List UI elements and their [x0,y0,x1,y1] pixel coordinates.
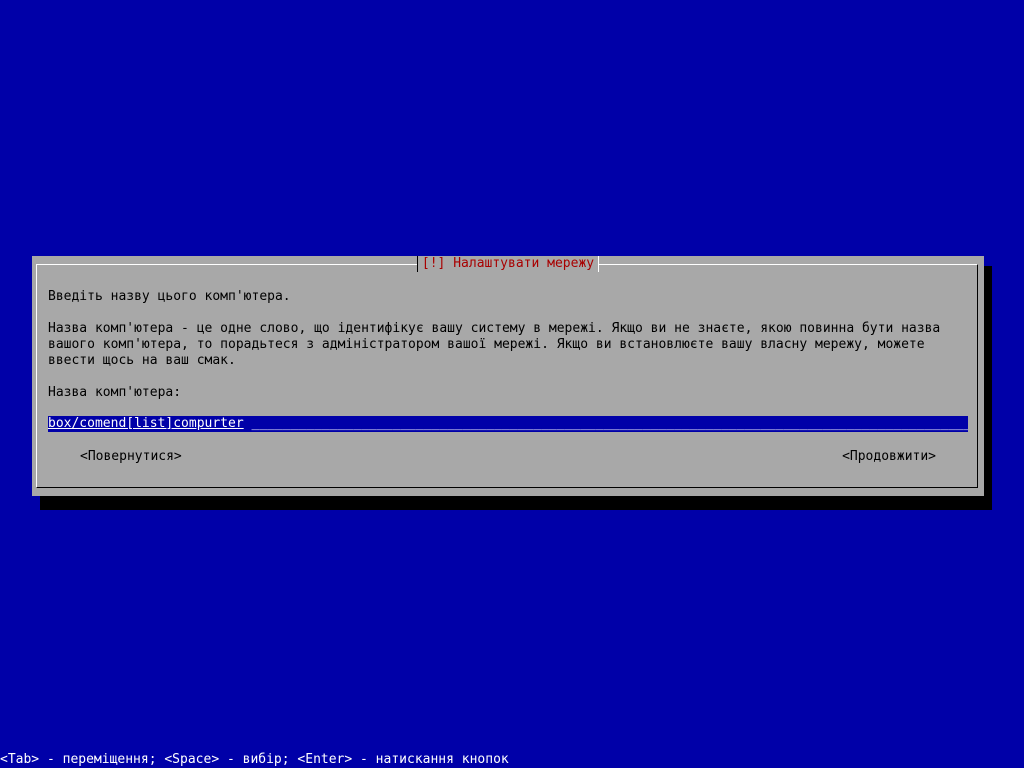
continue-button[interactable]: <Продовжити> [842,449,936,465]
hostname-prompt: Введіть назву цього комп'ютера. [48,289,291,304]
hostname-input-value: box/comend[list]compurter [48,416,244,431]
hostname-field-label: Назва комп'ютера: [48,385,182,400]
hostname-input-fill: ________________________________________… [251,416,968,431]
hostname-description: Назва комп'ютера - це одне слово, що іде… [48,321,941,368]
installer-screen: [!] Налаштувати мережу Введіть назву цьо… [0,0,1024,768]
network-config-dialog: [!] Налаштувати мережу Введіть назву цьо… [32,256,984,496]
hostname-input[interactable]: box/comend[list]compurter ______________… [48,416,968,432]
back-button[interactable]: <Повернутися> [80,449,182,465]
dialog-title: [!] Налаштувати мережу [416,256,600,272]
keyboard-help-bar: <Tab> - переміщення; <Space> - вибір; <E… [0,752,509,767]
dialog-title-bar: [!] Налаштувати мережу [32,256,984,272]
